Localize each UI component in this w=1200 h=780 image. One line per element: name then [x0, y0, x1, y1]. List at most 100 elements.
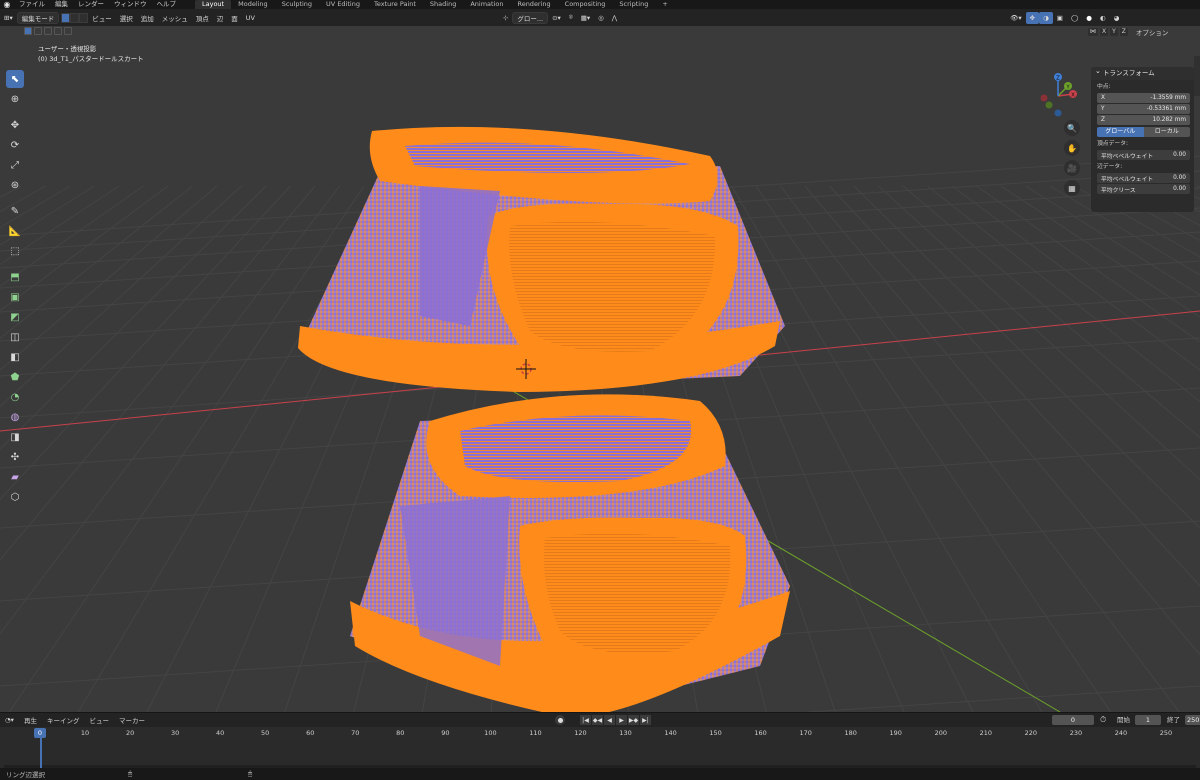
zoom-icon[interactable]: 🔍 — [1064, 120, 1080, 136]
inset-tool-icon[interactable]: ▣ — [6, 288, 24, 306]
menu-file[interactable]: ファイル — [14, 0, 50, 9]
tab-sculpting[interactable]: Sculpting — [275, 0, 319, 9]
menu-keying[interactable]: キーイング — [42, 715, 85, 725]
edge-slide-tool-icon[interactable]: ◨ — [6, 428, 24, 446]
timeline-editor-type-icon[interactable]: ◔▾ — [0, 716, 19, 724]
menu-help[interactable]: ヘルプ — [152, 0, 182, 9]
move-tool-icon[interactable]: ✥ — [6, 116, 24, 134]
menu-view[interactable]: ビュー — [88, 12, 116, 24]
bevel-tool-icon[interactable]: ◩ — [6, 308, 24, 326]
face-select-icon[interactable] — [79, 12, 89, 23]
grid-view-icon[interactable]: ▦ — [1064, 180, 1080, 196]
knife-tool-icon[interactable]: ◧ — [6, 348, 24, 366]
sidebar-tabs[interactable] — [1194, 56, 1200, 96]
shrink-fatten-tool-icon[interactable]: ✣ — [6, 448, 24, 466]
navigation-gizmo[interactable]: X Y Z — [1030, 70, 1086, 120]
xray-toggle-icon[interactable]: ▣ — [1053, 12, 1067, 24]
pivot-icon[interactable]: ⊙▾ — [548, 12, 565, 24]
local-button[interactable]: ローカル — [1143, 127, 1190, 137]
add-cube-tool-icon[interactable]: ⬚ — [6, 242, 24, 260]
menu-add[interactable]: 追加 — [137, 12, 158, 24]
3d-viewport[interactable]: ユーザー・透視投影 (0) 3d_T1_パスタードールスカート ⬉ ⊕ ✥ ⟳ … — [0, 26, 1200, 712]
menu-vertex[interactable]: 頂点 — [192, 12, 213, 24]
clock-icon[interactable]: ⏱ — [1100, 715, 1106, 725]
prev-keyframe-icon[interactable]: ◆◀ — [592, 715, 603, 725]
shading-solid-icon[interactable]: ● — [1082, 12, 1096, 24]
menu-marker[interactable]: マーカー — [114, 715, 150, 725]
select-subtract-icon[interactable] — [44, 27, 52, 35]
median-z-field[interactable]: Z 10.282 mm — [1097, 115, 1190, 125]
menu-edge[interactable]: 辺 — [213, 12, 228, 24]
menu-mesh[interactable]: メッシュ — [158, 12, 192, 24]
edge-select-icon[interactable] — [70, 12, 80, 23]
vertex-bevel-weight-field[interactable]: 平均ベベルウェイト 0.00 — [1097, 150, 1190, 160]
menu-render[interactable]: レンダー — [73, 0, 109, 9]
select-new-icon[interactable] — [24, 27, 32, 35]
playhead-frame[interactable]: 0 — [34, 728, 46, 738]
mode-select[interactable]: 編集モード — [16, 11, 60, 24]
edge-bevel-weight-field[interactable]: 平均ベベルウェイト 0.00 — [1097, 173, 1190, 183]
transform-tool-icon[interactable]: ⊛ — [6, 176, 24, 194]
tab-texture-paint[interactable]: Texture Paint — [367, 0, 423, 9]
scale-tool-icon[interactable]: ⤢ — [6, 156, 24, 174]
menu-edit[interactable]: 編集 — [50, 0, 73, 9]
shading-rendered-icon[interactable]: ◕ — [1110, 12, 1124, 24]
blender-logo-icon[interactable]: ◉ — [0, 0, 14, 9]
menu-window[interactable]: ウィンドウ — [109, 0, 152, 9]
loop-cut-tool-icon[interactable]: ◫ — [6, 328, 24, 346]
median-x-field[interactable]: X -1.3559 mm — [1097, 93, 1190, 103]
editor-type-icon[interactable]: ⊞▾ — [0, 12, 17, 24]
mirror-x-toggle[interactable]: X — [1100, 27, 1109, 36]
timeline-body[interactable] — [0, 740, 1200, 769]
transform-orientation-select[interactable]: グロー... — [512, 11, 549, 24]
shading-wireframe-icon[interactable]: ◯ — [1067, 12, 1082, 24]
poly-build-tool-icon[interactable]: ⬟ — [6, 368, 24, 386]
rotate-tool-icon[interactable]: ⟳ — [6, 136, 24, 154]
menu-select[interactable]: 選択 — [116, 12, 137, 24]
snap-icon[interactable]: ⌾ — [565, 12, 577, 24]
global-button[interactable]: グローバル — [1097, 127, 1144, 137]
select-box-tool-icon[interactable]: ⬉ — [6, 70, 24, 88]
edge-crease-field[interactable]: 平均クリース 0.00 — [1097, 184, 1190, 194]
measure-tool-icon[interactable]: 📐 — [6, 222, 24, 240]
lower-skirt-mesh[interactable] — [350, 394, 790, 712]
tab-scripting[interactable]: Scripting — [612, 0, 655, 9]
select-intersect-icon[interactable] — [64, 27, 72, 35]
vertex-select-icon[interactable] — [61, 12, 71, 23]
play-icon[interactable]: ▶ — [616, 715, 627, 725]
falloff-icon[interactable]: ⋀ — [608, 12, 621, 24]
mirror-y-toggle[interactable]: Y — [1110, 27, 1118, 36]
panel-title[interactable]: トランスフォーム — [1091, 65, 1194, 80]
select-extend-icon[interactable] — [34, 27, 42, 35]
tab-uv-editing[interactable]: UV Editing — [319, 0, 367, 9]
shear-tool-icon[interactable]: ▰ — [6, 468, 24, 486]
jump-end-icon[interactable]: ▶| — [640, 715, 651, 725]
rip-tool-icon[interactable]: ⬡ — [6, 488, 24, 506]
smooth-tool-icon[interactable]: ◍ — [6, 408, 24, 426]
tab-layout[interactable]: Layout — [195, 0, 232, 9]
gizmo-toggle-icon[interactable]: ✥ — [1025, 11, 1040, 24]
tab-modeling[interactable]: Modeling — [231, 0, 275, 9]
start-frame-field[interactable]: 1 — [1135, 715, 1161, 725]
tab-animation[interactable]: Animation — [463, 0, 510, 9]
visibility-icon[interactable]: 👁▾ — [1006, 12, 1026, 24]
menu-uv[interactable]: UV — [242, 12, 259, 24]
menu-timeline-view[interactable]: ビュー — [84, 715, 114, 725]
snap-target-icon[interactable]: ▦▾ — [577, 12, 594, 24]
pan-hand-icon[interactable]: ✋ — [1064, 140, 1080, 156]
extrude-tool-icon[interactable]: ⬒ — [6, 268, 24, 286]
mirror-z-toggle[interactable]: Z — [1119, 27, 1128, 36]
next-keyframe-icon[interactable]: ▶◆ — [628, 715, 639, 725]
annotate-tool-icon[interactable]: ✎ — [6, 202, 24, 220]
frame-ruler[interactable]: 0 10 20 30 40 50 60 70 80 90 100 110 120 130 140 150 160… — [0, 727, 1200, 769]
options-menu[interactable]: オプション — [1136, 27, 1169, 37]
tab-compositing[interactable]: Compositing — [558, 0, 613, 9]
camera-icon[interactable]: 🎥 — [1064, 160, 1080, 176]
menu-face[interactable]: 面 — [227, 12, 242, 24]
jump-start-icon[interactable]: |◀ — [580, 715, 591, 725]
overlay-toggle-icon[interactable]: ◑ — [1039, 11, 1053, 24]
current-frame-field[interactable]: 0 — [1052, 715, 1094, 725]
shading-material-icon[interactable]: ◐ — [1096, 12, 1110, 24]
record-button[interactable] — [555, 715, 565, 725]
tab-rendering[interactable]: Rendering — [510, 0, 557, 9]
